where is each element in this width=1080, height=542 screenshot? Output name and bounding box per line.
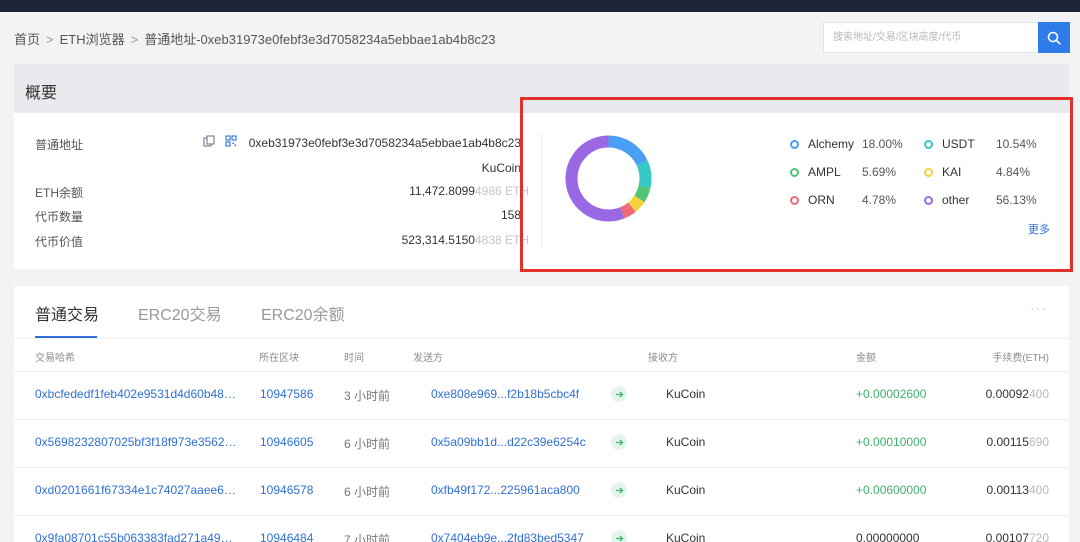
table-row: 0xd0201661f67334e1c74027aaee6… 10946578 …	[14, 467, 1069, 515]
tx-amount: +0.00002600	[856, 387, 927, 401]
token-value-label: 代币价值	[35, 235, 84, 249]
table-row: 0x5698232807025bf3f18f973e3562… 10946605…	[14, 419, 1069, 467]
token-count-label: 代币数量	[35, 210, 84, 224]
more-options-icon[interactable]: ···	[1030, 300, 1047, 316]
search-box	[823, 22, 1070, 53]
tx-fee-main: 0.00092	[985, 387, 1029, 401]
column-header-block: 所在区块	[259, 353, 299, 364]
breadcrumb-separator: >	[130, 32, 139, 47]
to-address[interactable]: KuCoin	[666, 531, 705, 542]
from-address-link[interactable]: 0xfb49f172...225961aca800	[431, 483, 580, 497]
from-address-link[interactable]: 0xe808e969...f2b18b5cbc4f	[431, 387, 579, 401]
column-header-to: 接收方	[648, 353, 678, 364]
column-header-from: 发送方	[413, 353, 443, 364]
tx-fee: 0.00107720	[986, 531, 1049, 542]
tx-fee-rest: 400	[1028, 387, 1049, 401]
tx-hash-link[interactable]: 0x9fa08701c55b063383fad271a49…	[35, 531, 233, 542]
block-link[interactable]: 10946605	[260, 435, 313, 449]
tx-time: 3 小时前	[344, 389, 391, 403]
block-link[interactable]: 10946484	[260, 531, 313, 542]
tabs-divider	[14, 338, 1069, 339]
tx-fee-rest: 400	[1028, 483, 1049, 497]
table-row: 0xbcfededf1feb402e9531d4d60b48… 10947586…	[14, 371, 1069, 419]
search-icon	[1047, 31, 1061, 45]
tx-amount: +0.00010000	[856, 435, 927, 449]
breadcrumb-current: 普通地址-0xeb31973e0febf3e3d7058234a5ebbae1a…	[144, 32, 496, 47]
from-address-link[interactable]: 0x5a09bb1d...d22c39e6254c	[431, 435, 586, 449]
top-nav-bar	[0, 0, 1080, 12]
tx-fee-rest: 720	[1028, 531, 1049, 542]
tab-erc20-balance[interactable]: ERC20余额	[261, 301, 345, 325]
column-header-hash: 交易哈希	[35, 353, 75, 364]
tx-amount: 0.00000000	[856, 531, 920, 542]
breadcrumb: 首页 > ETH浏览器 > 普通地址-0xeb31973e0febf3e3d705823…	[14, 29, 496, 48]
overview-title: 概要	[25, 85, 58, 102]
block-link[interactable]: 10947586	[260, 387, 313, 401]
tx-fee-main: 0.00115	[986, 435, 1029, 449]
column-header-fee: 手续费(ETH)	[992, 353, 1049, 364]
tx-time: 6 小时前	[344, 485, 391, 499]
column-header-time: 时间	[344, 353, 364, 364]
eth-balance-main: 11,472.8099	[409, 184, 475, 198]
token-value-main: 523,314.5150	[401, 233, 475, 247]
to-address[interactable]: KuCoin	[666, 483, 705, 497]
table-row: 0x9fa08701c55b063383fad271a49… 10946484 …	[14, 515, 1069, 542]
tab-erc20-transactions[interactable]: ERC20交易	[138, 301, 222, 325]
tx-fee-main: 0.00113	[986, 483, 1029, 497]
qrcode-icon[interactable]	[225, 135, 237, 147]
from-address-link[interactable]: 0x7404eb9e...2fd83bed5347	[431, 531, 584, 542]
arrow-right-icon	[611, 482, 627, 498]
eth-balance-value: 11,472.80994986 ETH	[409, 184, 529, 198]
tx-fee-rest: 690	[1028, 435, 1049, 449]
highlight-annotation-box	[520, 97, 1073, 272]
tx-hash-link[interactable]: 0xbcfededf1feb402e9531d4d60b48…	[35, 387, 236, 401]
to-address[interactable]: KuCoin	[666, 387, 705, 401]
search-input[interactable]	[824, 23, 1038, 52]
block-link[interactable]: 10946578	[260, 483, 313, 497]
tx-amount: +0.00600000	[856, 483, 927, 497]
tx-fee: 0.00092400	[986, 387, 1049, 401]
token-value-value: 523,314.51504838 ETH	[402, 233, 529, 247]
tab-normal-transactions[interactable]: 普通交易	[35, 301, 99, 325]
tx-time: 6 小时前	[344, 437, 391, 451]
arrow-right-icon	[611, 434, 627, 450]
address-label: 普通地址	[35, 138, 84, 152]
tx-fee: 0.00113400	[986, 483, 1049, 497]
tx-fee-main: 0.00107	[985, 531, 1029, 542]
eth-balance-label: ETH余额	[35, 186, 84, 200]
tx-fee: 0.00115690	[986, 435, 1049, 449]
breadcrumb-home[interactable]: 首页	[14, 32, 40, 47]
transactions-panel: 普通交易 ERC20交易 ERC20余额 ··· 交易哈希 所在区块 时间 发送…	[14, 286, 1069, 542]
copy-icon[interactable]	[203, 135, 215, 147]
arrow-right-icon	[611, 530, 627, 542]
tx-time: 7 小时前	[344, 533, 391, 542]
to-address[interactable]: KuCoin	[666, 435, 705, 449]
search-button[interactable]	[1038, 22, 1070, 53]
address-tag: KuCoin	[481, 161, 521, 175]
token-count-value: 158	[500, 208, 521, 222]
address-value: 0xeb31973e0febf3e3d7058234a5ebbae1ab4b8c…	[248, 136, 521, 150]
tx-hash-link[interactable]: 0x5698232807025bf3f18f973e3562…	[35, 435, 237, 449]
arrow-right-icon	[611, 386, 627, 402]
breadcrumb-eth-explorer[interactable]: ETH浏览器	[60, 32, 125, 47]
breadcrumb-separator: >	[46, 32, 54, 47]
column-header-amount: 金额	[856, 353, 876, 364]
tx-hash-link[interactable]: 0xd0201661f67334e1c74027aaee6…	[35, 483, 236, 497]
